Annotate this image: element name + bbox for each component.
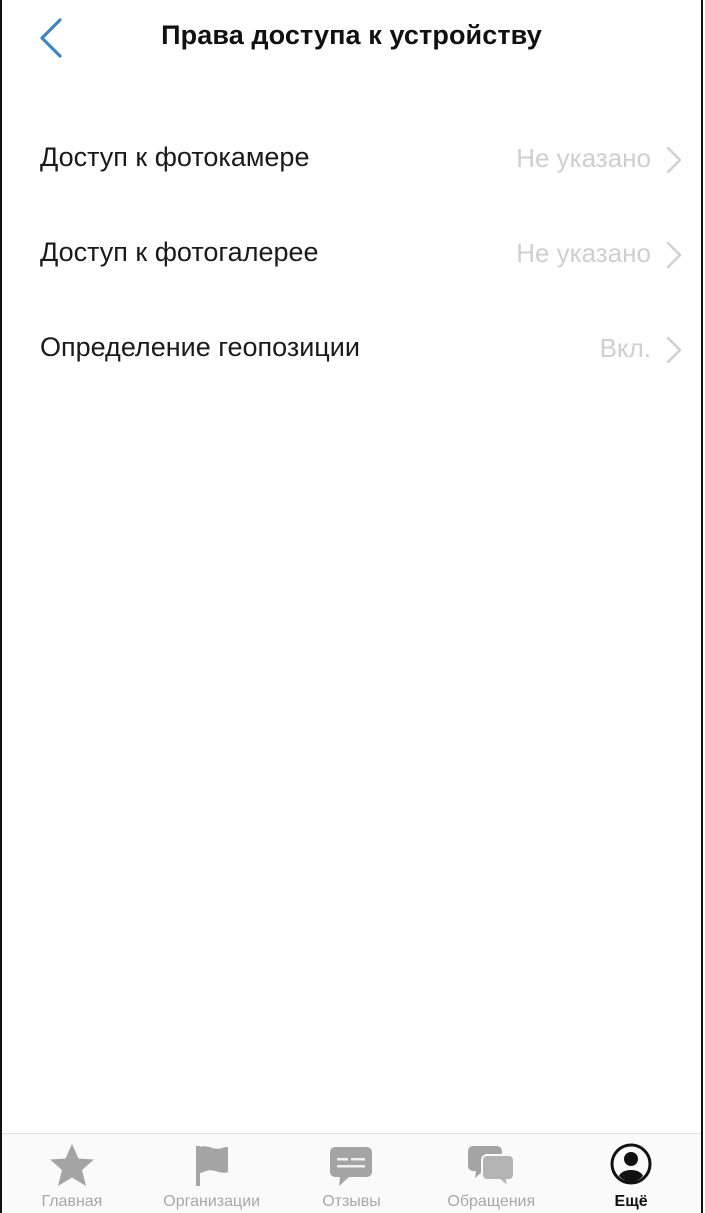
app-screen: Права доступа к устройству Доступ к фото… (0, 0, 703, 1213)
tab-reviews[interactable]: Отзывы (282, 1134, 422, 1213)
permissions-list: Доступ к фотокамере Не указано Доступ к … (2, 112, 701, 397)
navigation-bar: Права доступа к устройству (2, 0, 701, 80)
profile-icon (610, 1143, 652, 1185)
chevron-right-icon (666, 241, 682, 269)
geolocation-row[interactable]: Определение геопозиции Вкл. (2, 302, 701, 397)
chat-bubbles-icon (468, 1146, 516, 1188)
page-title: Права доступа к устройству (161, 20, 542, 50)
tab-bar: Главная Организации Отзывы Обращения Ещё (2, 1133, 701, 1213)
comment-icon (330, 1147, 373, 1186)
camera-access-row[interactable]: Доступ к фотокамере Не указано (2, 112, 701, 207)
row-label: Доступ к фотогалерее (40, 237, 319, 267)
tab-label: Организации (163, 1193, 261, 1210)
tab-home[interactable]: Главная (2, 1134, 142, 1213)
gallery-access-row[interactable]: Доступ к фотогалерее Не указано (2, 207, 701, 302)
tab-more[interactable]: Ещё (561, 1134, 701, 1213)
tab-label: Отзывы (322, 1193, 381, 1210)
row-value: Не указано (516, 143, 651, 173)
tab-label: Ещё (614, 1193, 648, 1210)
tab-label: Главная (41, 1193, 103, 1210)
row-label: Доступ к фотокамере (40, 142, 310, 172)
row-value: Не указано (516, 238, 651, 268)
tab-organizations[interactable]: Организации (142, 1134, 282, 1213)
chevron-right-icon (666, 146, 682, 174)
tab-appeals[interactable]: Обращения (421, 1134, 561, 1213)
tab-label: Обращения (447, 1193, 536, 1210)
chevron-right-icon (666, 336, 682, 364)
row-label: Определение геопозиции (40, 332, 360, 362)
row-value: Вкл. (599, 333, 651, 363)
flag-icon (195, 1146, 228, 1186)
star-icon (49, 1144, 94, 1186)
